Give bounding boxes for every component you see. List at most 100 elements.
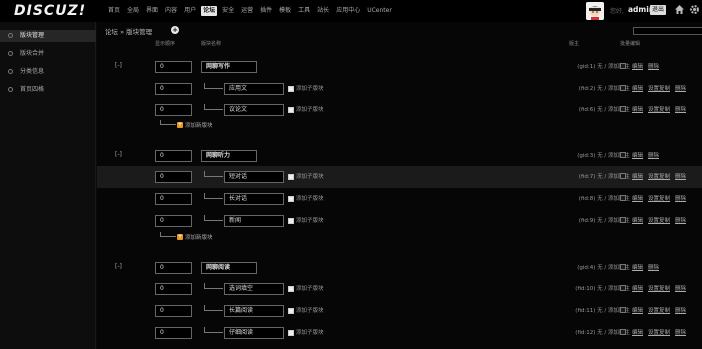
- add-subforum-label[interactable]: 添加子版块: [296, 196, 324, 202]
- copy-settings-link[interactable]: 设置复制: [648, 107, 670, 113]
- forum-name-input[interactable]: 议论文: [224, 104, 284, 116]
- copy-settings-link[interactable]: 设置复制: [648, 286, 670, 292]
- nav-item[interactable]: 首页: [106, 6, 122, 16]
- delete-link[interactable]: 删除: [675, 196, 686, 202]
- group-name-input[interactable]: 网聊阅读: [201, 262, 257, 274]
- order-input[interactable]: 0: [155, 104, 192, 116]
- delete-link[interactable]: 删除: [675, 286, 686, 292]
- add-subforum-link[interactable]: 添加子版块: [288, 328, 324, 336]
- group-name-input[interactable]: 网聊听力: [201, 150, 257, 162]
- collapse-toggle[interactable]: [-]: [115, 263, 122, 270]
- add-subforum-label[interactable]: 添加子版块: [296, 107, 324, 113]
- edit-link[interactable]: 编辑: [632, 286, 643, 292]
- add-subforum-label[interactable]: 添加子版块: [296, 308, 324, 314]
- nav-item[interactable]: 全局: [125, 6, 141, 16]
- nav-item[interactable]: 工具: [296, 6, 312, 16]
- copy-settings-link[interactable]: 设置复制: [648, 218, 670, 224]
- select-checkbox[interactable]: [620, 195, 626, 201]
- add-subforum-label[interactable]: 添加子版块: [296, 218, 324, 224]
- delete-link[interactable]: 删除: [648, 64, 659, 70]
- delete-link[interactable]: 删除: [675, 174, 686, 180]
- nav-item[interactable]: 用户: [182, 6, 198, 16]
- moderator-info[interactable]: (fid:9) 无 / 添加版主: [522, 216, 630, 224]
- nav-item[interactable]: 安全: [220, 6, 236, 16]
- moderator-info[interactable]: (fid:7) 无 / 添加版主: [522, 172, 630, 180]
- gear-icon[interactable]: [689, 4, 700, 17]
- add-subforum-link[interactable]: 添加子版块: [288, 172, 324, 180]
- delete-link[interactable]: 删除: [648, 265, 659, 271]
- order-input[interactable]: 0: [155, 262, 192, 274]
- order-input[interactable]: 0: [155, 193, 192, 205]
- select-checkbox[interactable]: [620, 63, 626, 69]
- select-checkbox[interactable]: [620, 152, 626, 158]
- order-input[interactable]: 0: [155, 305, 192, 317]
- select-checkbox[interactable]: [620, 307, 626, 313]
- delete-link[interactable]: 删除: [675, 308, 686, 314]
- add-subforum-link[interactable]: 添加子版块: [288, 216, 324, 224]
- nav-item[interactable]: 论坛: [201, 6, 218, 16]
- edit-link[interactable]: 编辑: [632, 330, 643, 336]
- add-icon[interactable]: +: [177, 122, 183, 128]
- edit-link[interactable]: 编辑: [632, 218, 643, 224]
- select-checkbox[interactable]: [620, 85, 626, 91]
- moderator-info[interactable]: (fid:6) 无 / 添加版主: [522, 105, 630, 113]
- add-subforum-link[interactable]: 添加子版块: [288, 306, 324, 314]
- avatar[interactable]: [586, 2, 604, 20]
- select-checkbox[interactable]: [620, 217, 626, 223]
- edit-link[interactable]: 编辑: [632, 64, 643, 70]
- delete-link[interactable]: 删除: [675, 330, 686, 336]
- edit-link[interactable]: 编辑: [632, 308, 643, 314]
- copy-settings-link[interactable]: 设置复制: [648, 174, 670, 180]
- copy-settings-link[interactable]: 设置复制: [648, 86, 670, 92]
- order-input[interactable]: 0: [155, 215, 192, 227]
- select-checkbox[interactable]: [620, 264, 626, 270]
- order-input[interactable]: 0: [155, 171, 192, 183]
- forum-name-input[interactable]: 短对话: [224, 171, 284, 183]
- collapse-toggle[interactable]: [-]: [115, 62, 122, 69]
- add-icon[interactable]: +: [177, 234, 183, 240]
- add-subforum-label[interactable]: 添加子版块: [296, 86, 324, 92]
- select-checkbox[interactable]: [620, 106, 626, 112]
- order-input[interactable]: 0: [155, 150, 192, 162]
- logout-button[interactable]: 退出: [650, 5, 667, 15]
- nav-item[interactable]: 应用中心: [334, 6, 362, 16]
- nav-item[interactable]: 插件: [258, 6, 274, 16]
- moderator-info[interactable]: (fid:11) 无 / 添加版主: [522, 306, 630, 314]
- nav-item[interactable]: 模板: [277, 6, 293, 16]
- delete-link[interactable]: 删除: [675, 86, 686, 92]
- moderator-info[interactable]: (gid:1) 无 / 添加版主: [522, 62, 630, 70]
- forum-name-input[interactable]: 长篇阅读: [224, 305, 284, 317]
- add-forum-link[interactable]: + 添加新版块: [160, 120, 280, 130]
- add-forum-label[interactable]: 添加新版块: [185, 233, 213, 241]
- edit-link[interactable]: 编辑: [632, 153, 643, 159]
- delete-link[interactable]: 删除: [675, 218, 686, 224]
- sidebar-item[interactable]: 版块合并: [0, 48, 96, 60]
- copy-settings-link[interactable]: 设置复制: [648, 308, 670, 314]
- sidebar-item[interactable]: 分类信息: [0, 66, 96, 78]
- add-subforum-label[interactable]: 添加子版块: [296, 330, 324, 336]
- add-icon[interactable]: +: [171, 26, 179, 34]
- add-subforum-link[interactable]: 添加子版块: [288, 194, 324, 202]
- group-name-input[interactable]: 网聊写作: [201, 61, 257, 73]
- forum-name-input[interactable]: 选词填空: [224, 283, 284, 295]
- add-subforum-label[interactable]: 添加子版块: [296, 174, 324, 180]
- edit-link[interactable]: 编辑: [632, 174, 643, 180]
- edit-link[interactable]: 编辑: [632, 196, 643, 202]
- add-subforum-link[interactable]: 添加子版块: [288, 84, 324, 92]
- nav-item[interactable]: 界面: [144, 6, 160, 16]
- sidebar-item[interactable]: 版块管理: [0, 30, 96, 42]
- moderator-info[interactable]: (fid:2) 无 / 添加版主: [522, 84, 630, 92]
- moderator-info[interactable]: (gid:4) 无 / 添加版主: [522, 263, 630, 271]
- nav-item[interactable]: 内容: [163, 6, 179, 16]
- search-input[interactable]: [633, 27, 702, 35]
- add-forum-label[interactable]: 添加新版块: [185, 121, 213, 129]
- moderator-info[interactable]: (fid:8) 无 / 添加版主: [522, 194, 630, 202]
- nav-item[interactable]: UCenter: [365, 6, 394, 16]
- order-input[interactable]: 0: [155, 283, 192, 295]
- select-checkbox[interactable]: [620, 329, 626, 335]
- forum-name-input[interactable]: 应用文: [224, 83, 284, 95]
- order-input[interactable]: 0: [155, 327, 192, 339]
- forum-name-input[interactable]: 仔细阅读: [224, 327, 284, 339]
- add-subforum-link[interactable]: 添加子版块: [288, 284, 324, 292]
- moderator-info[interactable]: (fid:12) 无 / 添加版主: [522, 328, 630, 336]
